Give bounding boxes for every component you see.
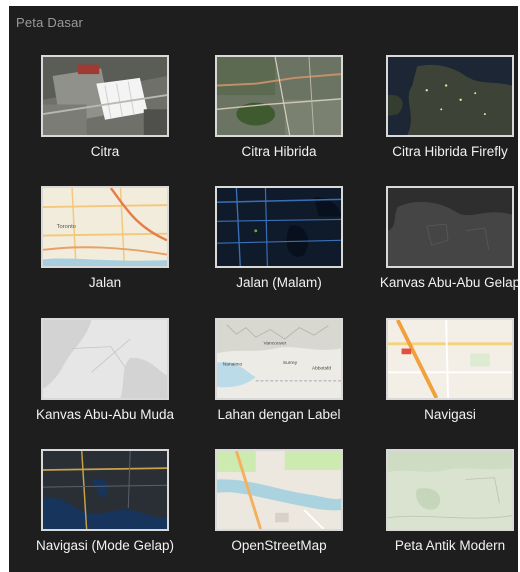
basemap-tile-citra-hibrida-firefly[interactable]: Citra Hibrida Firefly xyxy=(375,55,518,160)
basemap-thumbnail-jalan: Toronto xyxy=(41,186,169,268)
basemap-thumbnail-openstreetmap xyxy=(215,449,343,531)
basemap-label: Jalan (Malam) xyxy=(236,275,322,290)
basemap-tile-navigasi-mode-gelap[interactable]: Navigasi (Mode Gelap) xyxy=(30,449,180,554)
basemap-thumbnail-peta-antik-modern xyxy=(386,449,514,531)
map-place-label: Vancouver xyxy=(264,341,287,347)
basemap-tile-kanvas-abu-abu-gelap[interactable]: Kanvas Abu-Abu Gelap xyxy=(375,186,518,291)
basemap-tile-peta-antik-modern[interactable]: Peta Antik Modern xyxy=(375,449,518,554)
basemap-thumbnail-navigasi xyxy=(386,318,514,400)
basemap-label: Citra Hibrida Firefly xyxy=(392,144,508,159)
basemap-tile-openstreetmap[interactable]: OpenStreetMap xyxy=(204,449,354,554)
basemap-label: Peta Antik Modern xyxy=(394,538,506,553)
basemap-label: Kanvas Abu-Abu Gelap xyxy=(379,275,518,290)
basemap-label: OpenStreetMap xyxy=(231,538,327,553)
map-place-label: Abbotsfd xyxy=(312,366,331,372)
basemap-label: Citra Hibrida xyxy=(241,144,317,159)
map-place-label: Nanaimo xyxy=(223,362,243,368)
basemap-tile-navigasi[interactable]: Navigasi xyxy=(375,318,518,423)
basemap-thumbnail-citra xyxy=(41,55,169,137)
basemap-thumbnail-navigasi-mode-gelap xyxy=(41,449,169,531)
basemap-tile-citra[interactable]: Citra xyxy=(30,55,180,160)
basemap-tile-kanvas-abu-abu-muda[interactable]: Kanvas Abu-Abu Muda xyxy=(30,318,180,423)
basemap-thumbnail-kanvas-abu-abu-gelap xyxy=(386,186,514,268)
basemap-label: Navigasi (Mode Gelap) xyxy=(35,538,175,553)
basemap-thumbnail-kanvas-abu-abu-muda xyxy=(41,318,169,400)
basemap-tile-jalan[interactable]: Toronto Jalan xyxy=(30,186,180,291)
basemap-gallery-panel: Peta Dasar Citra Citra Hibrida Citra Hib… xyxy=(9,6,518,572)
basemap-thumbnail-citra-hibrida-firefly xyxy=(386,55,514,137)
basemap-label: Kanvas Abu-Abu Muda xyxy=(35,407,175,422)
basemap-thumbnail-lahan-dengan-label: Vancouver Nanaimo Surrey Abbotsfd xyxy=(215,318,343,400)
basemap-thumbnail-citra-hibrida xyxy=(215,55,343,137)
basemap-label: Citra xyxy=(90,144,120,159)
basemap-tile-citra-hibrida[interactable]: Citra Hibrida xyxy=(204,55,354,160)
basemap-label: Lahan dengan Label xyxy=(217,407,341,422)
basemap-grid: Citra Citra Hibrida Citra Hibrida Firefl… xyxy=(9,6,518,572)
map-place-label: Surrey xyxy=(283,360,298,366)
basemap-label: Jalan xyxy=(88,275,122,290)
basemap-tile-jalan-malam[interactable]: Jalan (Malam) xyxy=(204,186,354,291)
basemap-thumbnail-jalan-malam xyxy=(215,186,343,268)
basemap-tile-lahan-dengan-label[interactable]: Vancouver Nanaimo Surrey Abbotsfd Lahan … xyxy=(204,318,354,423)
map-place-label: Toronto xyxy=(57,224,76,230)
basemap-label: Navigasi xyxy=(424,407,476,422)
